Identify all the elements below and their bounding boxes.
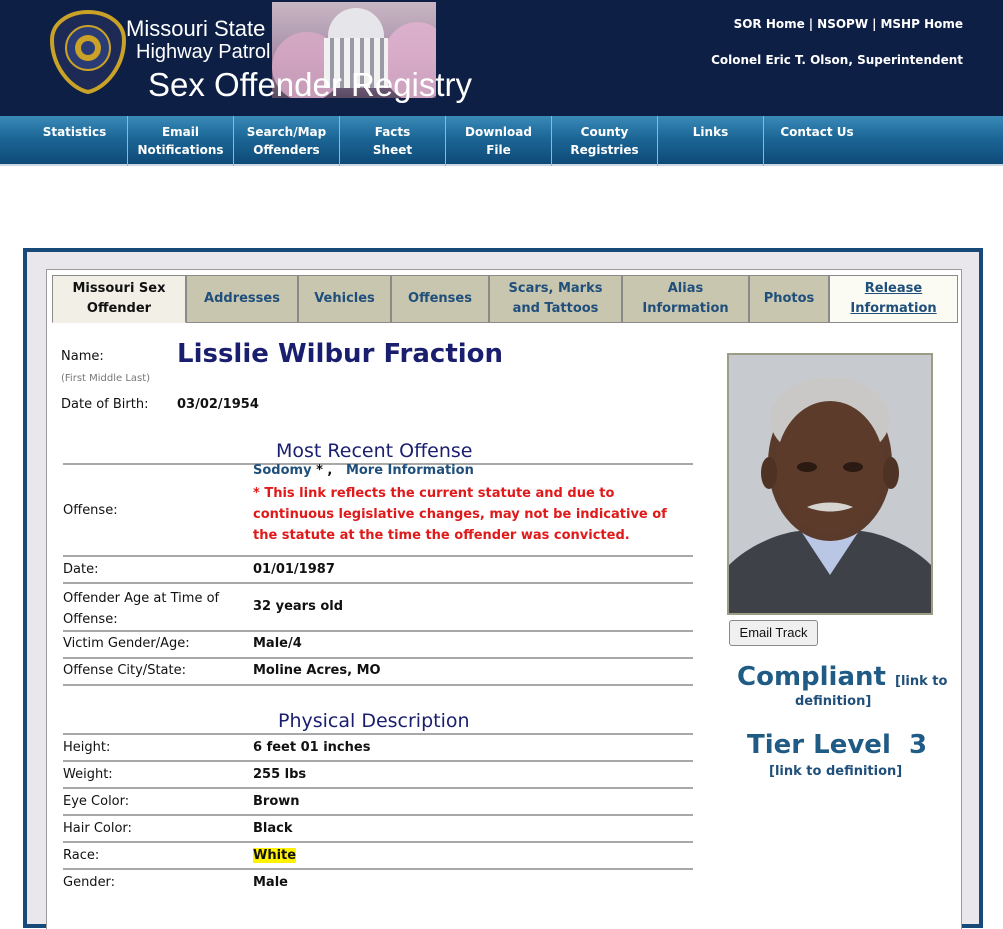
weight-label: Weight: [63, 767, 113, 782]
offense-city-label: Offense City/State: [63, 663, 186, 678]
nav-county-registries[interactable]: County Registries [552, 116, 658, 166]
header-patrol-line: Highway Patrol [136, 41, 271, 63]
offender-age-label: Offender Age at Time of Offense: [63, 591, 220, 627]
name-format-note: (First Middle Last) [61, 373, 151, 384]
nsopw-link[interactable]: NSOPW [817, 17, 868, 31]
top-links: SOR Home | NSOPW | MSHP Home [733, 17, 963, 31]
dob-value: 03/02/1954 [177, 397, 259, 412]
divider [63, 630, 693, 632]
eye-color-value: Brown [253, 794, 300, 809]
offense-row-top: Sodomy * , More Information [253, 463, 474, 478]
tab-vehicles[interactable]: Vehicles [298, 275, 391, 323]
sor-home-link[interactable]: SOR Home [734, 17, 805, 31]
compliant-definition-link-open[interactable]: [link to [895, 674, 947, 689]
divider [63, 733, 693, 735]
nav-links[interactable]: Links [658, 116, 764, 166]
tab-missouri-sex-offender[interactable]: Missouri Sex Offender [52, 275, 186, 323]
divider [63, 841, 693, 843]
nav-email-notifications[interactable]: Email Notifications [128, 116, 234, 166]
divider [63, 657, 693, 659]
gender-value: Male [253, 875, 288, 890]
tab-photos[interactable]: Photos [749, 275, 829, 323]
superintendent-text: Colonel Eric T. Olson, Superintendent [711, 53, 963, 67]
header-state-line: Missouri State [126, 16, 266, 41]
site-header: Missouri State Highway Patrol Sex Offend… [0, 0, 1003, 116]
tier-level: Tier Level 3 [747, 730, 928, 760]
divider [63, 582, 693, 584]
height-value: 6 feet 01 inches [253, 740, 371, 755]
tab-scars-marks-tattoos[interactable]: Scars, Marks and Tattoos [489, 275, 622, 323]
nav-download-file[interactable]: Download File [446, 116, 552, 166]
victim-label: Victim Gender/Age: [63, 636, 190, 651]
offender-card-inner: Missouri Sex Offender Addresses Vehicles … [46, 269, 962, 929]
gender-label: Gender: [63, 875, 116, 890]
tab-release-information[interactable]: Release Information [829, 275, 958, 323]
nav-search-map[interactable]: Search/Map Offenders [234, 116, 340, 166]
divider [63, 684, 693, 686]
email-track-button[interactable]: Email Track [729, 620, 818, 646]
physical-section-title: Physical Description [278, 710, 470, 732]
offense-label: Offense: [63, 503, 118, 518]
offender-photo-image [729, 355, 931, 613]
compliant-text: Compliant [737, 662, 886, 692]
nav-statistics[interactable]: Statistics [22, 116, 128, 166]
weight-value: 255 lbs [253, 767, 307, 782]
main-nav: Statistics Email Notifications Search/Map… [0, 116, 1003, 166]
tier-definition-link[interactable]: [link to definition] [769, 764, 902, 779]
patrol-badge-icon [49, 10, 127, 94]
offender-name: Lisslie Wilbur Fraction [177, 339, 504, 369]
eye-color-label: Eye Color: [63, 794, 130, 809]
offense-city-value: Moline Acres, MO [253, 663, 381, 678]
mshp-home-link[interactable]: MSHP Home [880, 17, 963, 31]
name-label: Name: [61, 349, 104, 364]
offense-link[interactable]: Sodomy [253, 463, 312, 478]
more-information-link[interactable]: More Information [346, 463, 474, 478]
date-label: Date: [63, 562, 99, 577]
tab-addresses[interactable]: Addresses [186, 275, 298, 323]
race-label: Race: [63, 848, 100, 863]
hair-color-label: Hair Color: [63, 821, 132, 836]
height-label: Height: [63, 740, 111, 755]
victim-value: Male/4 [253, 636, 302, 651]
divider [63, 760, 693, 762]
page-title: Sex Offender Registry [148, 66, 473, 103]
tab-offenses[interactable]: Offenses [391, 275, 489, 323]
offense-asterisk: * , [316, 463, 333, 478]
race-highlight: White [253, 848, 297, 863]
offense-section-title: Most Recent Offense [276, 440, 473, 462]
offender-photo [727, 353, 933, 615]
compliance-status: Compliant [link to [737, 662, 947, 692]
divider [63, 814, 693, 816]
dob-label: Date of Birth: [61, 397, 149, 412]
nav-contact-us[interactable]: Contact Us [764, 116, 870, 166]
divider [63, 787, 693, 789]
divider [63, 868, 693, 870]
race-value: White [253, 848, 297, 863]
tab-alias-information[interactable]: Alias Information [622, 275, 749, 323]
statute-warning: * This link reflects the current statute… [253, 486, 667, 543]
offender-card: Missouri Sex Offender Addresses Vehicles … [23, 248, 983, 929]
nav-facts-sheet[interactable]: Facts Sheet [340, 116, 446, 166]
divider [63, 555, 693, 557]
date-value: 01/01/1987 [253, 562, 335, 577]
compliant-definition-link[interactable]: definition] [795, 694, 871, 709]
offender-age-value: 32 years old [253, 599, 344, 614]
hair-color-value: Black [253, 821, 293, 836]
